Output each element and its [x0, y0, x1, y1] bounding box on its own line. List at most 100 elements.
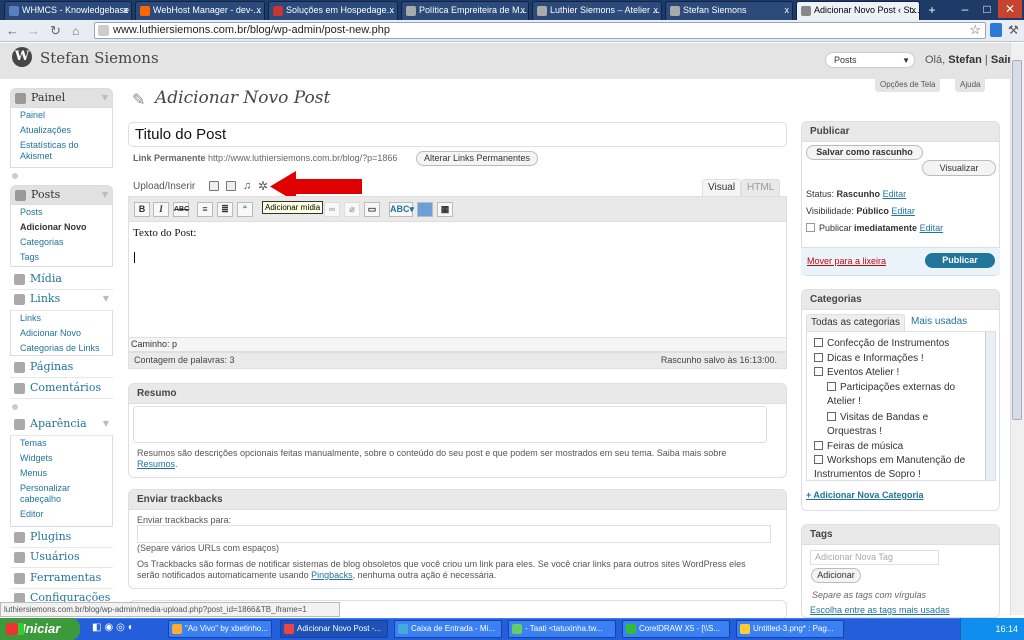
post-title-input[interactable]: Titulo do Post	[128, 122, 787, 147]
tab-most-used[interactable]: Mais usadas	[907, 314, 971, 332]
category-item[interactable]: Participações externas do	[827, 381, 955, 395]
categories-title[interactable]: Categorias	[802, 290, 999, 310]
category-item[interactable]: Visitas de Bandas e	[827, 411, 928, 425]
edit-schedule-link[interactable]: Editar	[920, 223, 944, 233]
submenu-item[interactable]: Estatísticas do	[11, 138, 112, 151]
italic-button[interactable]: I	[153, 202, 169, 217]
checkbox[interactable]	[814, 338, 823, 347]
add-media-icon[interactable]: ✲	[258, 179, 268, 193]
checkbox[interactable]	[814, 441, 823, 450]
close-tab-icon[interactable]: x	[257, 2, 262, 19]
menu-comentarios[interactable]: Comentários	[10, 379, 113, 399]
preview-button[interactable]: Visualizar	[922, 160, 996, 176]
submenu-item[interactable]: Personalizar	[11, 481, 112, 494]
favorites-select[interactable]: Posts ▼	[825, 52, 915, 68]
quick-launch[interactable]: ◧◉◎◐	[92, 622, 152, 636]
submenu-item[interactable]: Tags	[11, 250, 112, 265]
bullet-list-button[interactable]: ≡	[197, 202, 213, 217]
publish-title[interactable]: Publicar	[802, 122, 999, 142]
checkbox[interactable]	[814, 353, 823, 362]
chevron-down-icon[interactable]: ▼	[102, 89, 108, 107]
category-item[interactable]: Workshops em Manutenção de	[814, 454, 965, 468]
forward-arrow-icon[interactable]: →	[27, 23, 43, 39]
add-video-icon[interactable]	[226, 181, 236, 191]
submenu-item[interactable]: Categorias	[11, 235, 112, 250]
taskbar-item[interactable]: CorelDRAW X5 - [\\S...	[622, 620, 730, 638]
trackbacks-title[interactable]: Enviar trackbacks	[129, 490, 786, 510]
menu-ferramentas[interactable]: Ferramentas	[10, 569, 113, 589]
start-button[interactable]: Iniciar	[0, 618, 80, 640]
submenu-item[interactable]: Painel	[11, 108, 112, 123]
close-tab-icon[interactable]: x	[912, 2, 917, 19]
minimize-button[interactable]: –	[954, 0, 976, 18]
spellcheck-button[interactable]: ABC▾	[389, 202, 414, 217]
reload-icon[interactable]: ↻	[50, 23, 66, 39]
add-image-icon[interactable]	[209, 181, 219, 191]
tab-all-categories[interactable]: Todas as categorias	[806, 314, 905, 332]
fullscreen-button[interactable]	[417, 202, 433, 217]
save-draft-button[interactable]: Salvar como rascunho	[806, 145, 923, 160]
menu-painel[interactable]: Painel ▼	[10, 88, 113, 108]
unlink-button[interactable]: ⌀	[344, 202, 360, 217]
tag-cloud-link[interactable]: Escolha entre as tags mais usadas	[810, 605, 950, 615]
browser-tab[interactable]: Stefan Siemons x	[665, 1, 793, 20]
pingbacks-link[interactable]: Pingbacks	[311, 570, 353, 580]
submenu-item[interactable]: Menus	[11, 466, 112, 481]
add-audio-icon[interactable]: ♫	[243, 180, 251, 192]
category-scrollbar[interactable]	[985, 332, 995, 480]
site-name[interactable]: Stefan Siemons	[40, 49, 159, 67]
tag-input[interactable]: Adicionar Nova Tag	[810, 550, 939, 565]
wrench-icon[interactable]: ⚒	[1008, 23, 1022, 37]
taskbar-item[interactable]: "Ao Vivo" by xbetinho...	[168, 620, 272, 638]
taskbar-item-active[interactable]: Adicionar Novo Post -...	[280, 620, 388, 638]
trackbacks-input[interactable]	[137, 525, 771, 543]
blockquote-button[interactable]: “	[237, 202, 253, 217]
taskbar-item[interactable]: Untitled-3.png* : Pag...	[736, 620, 844, 638]
checkbox[interactable]	[814, 455, 823, 464]
submenu-item[interactable]: Akismet	[11, 151, 112, 164]
close-tab-icon[interactable]: x	[654, 2, 659, 19]
browser-tab[interactable]: Luthier Siemons – Atelier ... x	[532, 1, 662, 20]
help-button[interactable]: Ajuda	[955, 78, 986, 92]
home-icon[interactable]: ⌂	[72, 23, 88, 39]
browser-tab[interactable]: Política Empreiteira de M... x	[401, 1, 529, 20]
browser-tab[interactable]: WHMCS - Knowledgebase x	[4, 1, 132, 20]
checkbox[interactable]	[827, 382, 836, 391]
close-tab-icon[interactable]: x	[521, 2, 526, 19]
close-window-button[interactable]: ✕	[998, 0, 1022, 18]
submenu-item[interactable]: cabeçalho	[11, 494, 112, 507]
permalink-url[interactable]: http://www.luthiersiemons.com.br/blog/?p…	[208, 153, 397, 163]
publish-button[interactable]: Publicar	[925, 253, 995, 268]
tags-title[interactable]: Tags	[802, 525, 999, 545]
submenu-item[interactable]: Widgets	[11, 451, 112, 466]
numbered-list-button[interactable]: ≣	[217, 202, 233, 217]
excerpt-textarea[interactable]	[133, 406, 767, 443]
category-item[interactable]: Feiras de música	[814, 440, 903, 454]
logout-link[interactable]: Sair	[991, 54, 1012, 66]
screen-options-button[interactable]: Opções de Tela	[875, 78, 941, 92]
submenu-item-current[interactable]: Adicionar Novo	[11, 220, 112, 235]
submenu-item[interactable]: Links	[11, 311, 112, 326]
menu-aparencia[interactable]: Aparência ▼	[10, 415, 113, 435]
change-permalink-button[interactable]: Alterar Links Permanentes	[416, 151, 538, 166]
browser-tab[interactable]: WebHost Manager - dev-... x	[135, 1, 265, 20]
menu-paginas[interactable]: Páginas	[10, 358, 113, 378]
browser-tab-active[interactable]: Adicionar Novo Post ‹ St... x	[796, 1, 920, 20]
tab-html[interactable]: HTML	[741, 179, 781, 197]
menu-usuarios[interactable]: Usuários	[10, 548, 113, 568]
edit-visibility-link[interactable]: Editar	[891, 206, 915, 216]
bold-button[interactable]: B	[134, 202, 150, 217]
submenu-item[interactable]: Atualizações	[11, 123, 112, 138]
user-link[interactable]: Stefan	[948, 54, 982, 66]
submenu-item[interactable]: Adicionar Novo	[11, 326, 112, 341]
chevron-down-icon[interactable]: ▼	[102, 186, 108, 204]
tab-visual[interactable]: Visual	[702, 179, 742, 197]
menu-posts[interactable]: Posts ▼	[10, 185, 113, 205]
close-tab-icon[interactable]: x	[785, 2, 790, 19]
move-to-trash-link[interactable]: Mover para a lixeira	[807, 256, 886, 266]
post-content-editor[interactable]	[128, 222, 787, 338]
menu-midia[interactable]: Mídia	[10, 270, 113, 290]
close-tab-icon[interactable]: x	[390, 2, 395, 19]
back-arrow-icon[interactable]: ←	[6, 23, 22, 39]
checkbox[interactable]	[814, 367, 823, 376]
